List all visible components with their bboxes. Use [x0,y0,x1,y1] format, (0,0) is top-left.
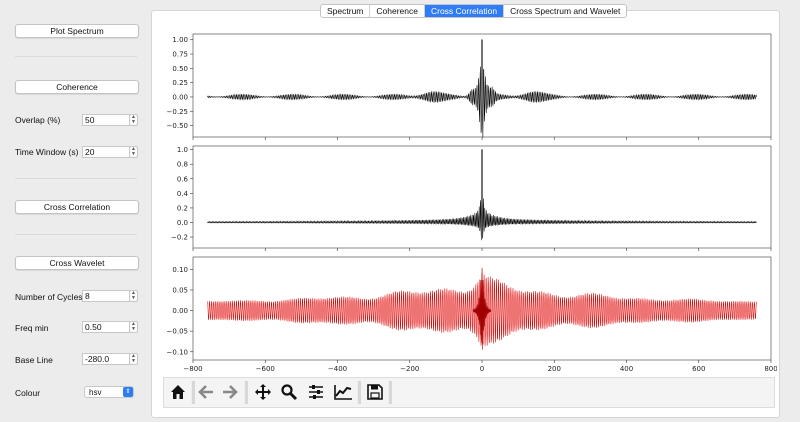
y-tick-label: 0.6 [177,175,189,183]
y-tick-label: 0.00 [172,307,188,315]
time-window-input[interactable]: 20 [82,146,130,158]
cross-correlation-button[interactable]: Cross Correlation [15,200,139,214]
tab-cross-spectrum-wavelet[interactable]: Cross Spectrum and Wavelet [504,5,626,17]
y-tick-label: 0.75 [172,51,188,59]
divider [15,56,137,57]
y-tick-label: 0.0 [177,219,188,227]
y-tick-label: 0.2 [177,204,188,212]
x-tick-label: −800 [183,365,202,373]
subplot-3[interactable]: 0.10 0.05 0.00 −0.05 −0.10 −800 −600 −400 −200 0 2… [167,256,777,373]
control-panel: Plot Spectrum Coherence Overlap (%) 50 ▲… [0,0,150,422]
x-tick-label: 200 [548,365,561,373]
cycles-label: Number of Cycles [15,292,83,302]
x-tick-label: 800 [764,365,777,373]
colour-select-value: hsv [89,388,102,397]
colour-select[interactable]: hsv ⇕ [84,386,134,398]
overlap-stepper[interactable]: ▲ ▼ [129,114,138,126]
y-tick-label: −0.25 [167,108,188,116]
back-icon[interactable] [195,381,217,403]
x-tick-label: 400 [620,365,633,373]
zoom-icon[interactable] [278,381,300,403]
y-tick-label: −0.05 [167,328,188,336]
subplot-1[interactable]: 1.00 0.75 0.50 0.25 0.00 −0.25 −0.50 [167,33,772,140]
y-tick-label: 0.25 [172,79,188,87]
freq-min-label: Freq min [15,323,49,333]
y-tick-label: −0.10 [167,348,188,356]
pan-icon[interactable] [252,381,274,403]
y-tick-label: 0.00 [172,93,188,101]
configure-subplots-icon[interactable] [305,381,327,403]
tab-cross-correlation[interactable]: Cross Correlation [424,5,505,17]
toolbar-separator [388,381,392,404]
tab-spectrum[interactable]: Spectrum [321,5,371,17]
y-tick-label: 0.05 [172,286,188,294]
chevron-updown-icon: ⇕ [123,387,133,397]
y-tick-label: 0.50 [172,65,188,73]
divider [15,178,137,179]
cycles-input[interactable]: 8 [82,290,130,302]
plot-spectrum-button[interactable]: Plot Spectrum [15,24,139,38]
cycles-stepper[interactable]: ▲ ▼ [129,290,138,302]
y-tick-label: 0.4 [177,190,189,198]
freq-min-stepper[interactable]: ▲ ▼ [129,321,138,333]
y-tick-label: 1.0 [177,146,188,154]
tab-coherence[interactable]: Coherence [370,5,425,17]
tab-bar: Spectrum Coherence Cross Correlation Cro… [320,4,628,18]
edit-axis-icon[interactable] [332,381,354,403]
overlap-label: Overlap (%) [15,115,61,125]
forward-icon[interactable] [219,381,241,403]
home-icon[interactable] [167,381,189,403]
toolbar-separator [244,381,248,404]
colour-label: Colour [15,388,41,398]
save-icon[interactable] [364,381,386,403]
time-window-label: Time Window (s) [15,147,79,157]
y-tick-label: −0.2 [171,234,188,242]
overlap-input[interactable]: 50 [82,114,130,126]
coherence-button[interactable]: Coherence [15,80,139,94]
x-tick-label: −600 [256,365,275,373]
y-tick-label: −0.50 [167,122,188,130]
x-tick-label: −400 [328,365,347,373]
plot-toolbar [163,377,775,408]
divider [15,234,137,235]
base-line-stepper[interactable]: ▲ ▼ [129,353,138,365]
x-tick-label: −200 [400,365,419,373]
time-window-stepper[interactable]: ▲ ▼ [129,146,138,158]
toolbar-separator [357,381,361,404]
y-tick-label: 0.10 [172,266,188,274]
cross-wavelet-button[interactable]: Cross Wavelet [15,256,139,270]
base-line-label: Base Line [15,355,53,365]
plot-frame [192,145,772,249]
cross-correlation-figure[interactable]: 1.000.750.500.250.00−0.25−0.501.00.80.60… [152,20,777,376]
y-tick-label: 1.00 [172,36,188,44]
subplot-2[interactable]: 1.0 0.8 0.6 0.4 0.2 0.0 −0.2 [171,145,772,251]
freq-min-input[interactable]: 0.50 [82,321,130,333]
plot-frame [192,33,772,138]
base-line-input[interactable]: -280.0 [82,353,130,365]
x-tick-label: 0 [480,365,484,373]
y-tick-label: 0.8 [177,161,188,169]
x-tick-label: 600 [692,365,705,373]
